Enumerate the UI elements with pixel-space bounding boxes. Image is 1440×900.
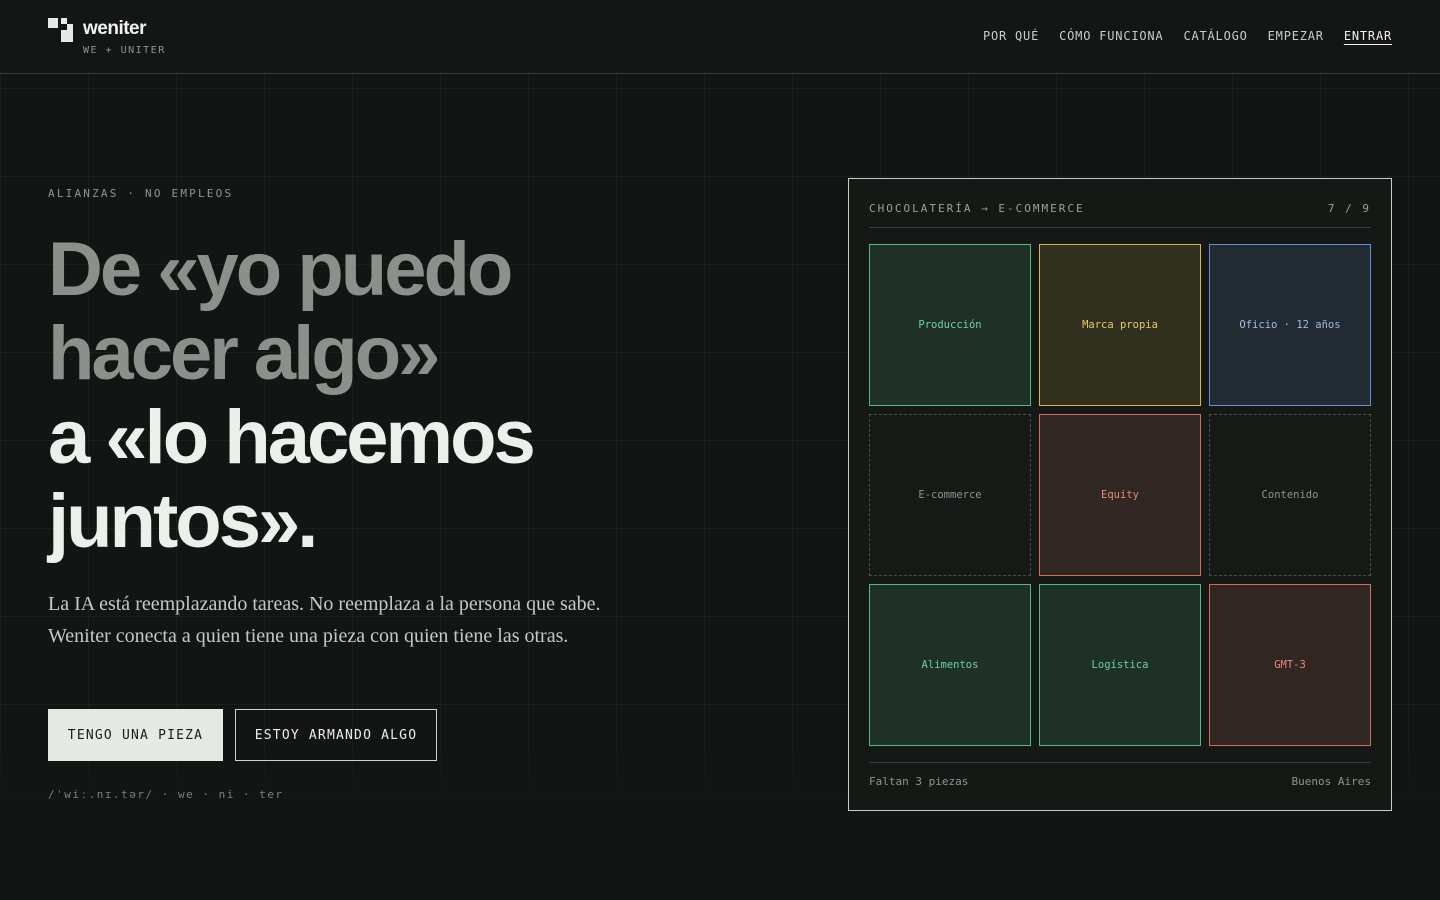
hero-lead: La IA está reemplazando tareas. No reemp… [48, 593, 601, 647]
headline-line-2: hacer algo» [48, 311, 440, 396]
hero-eyebrow: ALIANZAS · NO EMPLEOS [48, 187, 234, 200]
piece-tile[interactable]: GMT-3 [1209, 584, 1371, 746]
piece-tile[interactable]: Contenido [1209, 414, 1371, 576]
main-nav: POR QUÉ CÓMO FUNCIONA CATÁLOGO EMPEZAR E… [963, 29, 1392, 43]
panel-footer: Faltan 3 piezas Buenos Aires [869, 762, 1371, 793]
piece-tile[interactable]: Oficio · 12 años [1209, 244, 1371, 406]
hero-headline: De «yo puedo hacer algo» a «lo hacemos j… [48, 228, 768, 564]
missing-pieces-label: Faltan 3 piezas [869, 775, 969, 788]
nav-link-entrar[interactable]: ENTRAR [1344, 29, 1392, 43]
piece-tile[interactable]: Marca propia [1039, 244, 1201, 406]
piece-tile[interactable]: Equity [1039, 414, 1201, 576]
tengo-una-pieza-button[interactable]: TENGO UNA PIEZA [48, 709, 223, 761]
nav-link-empezar[interactable]: EMPEZAR [1268, 29, 1324, 43]
headline-line-3: a «lo hacemos [48, 395, 536, 480]
phonetic-pronunciation: /ˈwiː.nɪ.tər/ · we · ni · ter [48, 788, 284, 801]
nav-link-catalogo[interactable]: CATÁLOGO [1183, 29, 1247, 43]
piece-grid: Producción Marca propia Oficio · 12 años… [869, 244, 1371, 746]
project-panel: CHOCOLATERÍA → E-COMMERCE 7 / 9 Producci… [848, 178, 1392, 811]
brand-logo-link[interactable]: weniter WE + UNITER [48, 18, 166, 56]
nav-link-como-funciona[interactable]: CÓMO FUNCIONA [1059, 29, 1163, 43]
location-label: Buenos Aires [1291, 775, 1371, 788]
site-header: weniter WE + UNITER POR QUÉ CÓMO FUNCION… [0, 0, 1440, 74]
piece-tile[interactable]: Producción [869, 244, 1031, 406]
headline-line-4: juntos». [48, 479, 318, 564]
headline-line-1: De «yo puedo [48, 227, 513, 312]
panel-piece-count: 7 / 9 [1327, 202, 1371, 215]
brand-name: weniter [83, 18, 147, 39]
logo-icon [48, 18, 74, 48]
nav-link-por-que[interactable]: POR QUÉ [983, 29, 1039, 43]
piece-tile[interactable]: Logística [1039, 584, 1201, 746]
panel-header: CHOCOLATERÍA → E-COMMERCE 7 / 9 [869, 201, 1371, 228]
brand-tagline: WE + UNITER [83, 45, 166, 56]
piece-tile[interactable]: Alimentos [869, 584, 1031, 746]
piece-tile[interactable]: E-commerce [869, 414, 1031, 576]
estoy-armando-algo-button[interactable]: ESTOY ARMANDO ALGO [235, 709, 437, 761]
panel-title: CHOCOLATERÍA → E-COMMERCE [869, 202, 1085, 215]
